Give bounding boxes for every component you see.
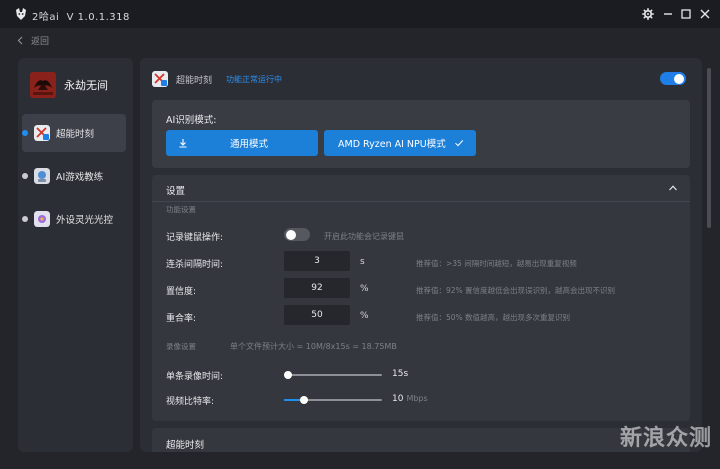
highlight-swords-icon	[152, 71, 168, 87]
sidebar-item-label: 超能时刻	[56, 129, 95, 140]
amd-npu-mode-label: AMD Ryzen AI NPU模式	[338, 139, 446, 150]
highlight-section-title: 超能时刻	[166, 440, 205, 451]
sidebar-item-ai-coach[interactable]: AI游戏教练	[22, 157, 126, 195]
naraka-logo	[30, 72, 56, 98]
lighting-control-icon	[34, 211, 50, 227]
general-mode-button[interactable]: 通用模式	[166, 130, 318, 156]
close-button[interactable]	[697, 6, 713, 22]
scrollbar-thumb[interactable]	[707, 68, 711, 228]
inactive-dot	[22, 173, 28, 179]
brand-name: 永劫无间	[64, 79, 108, 92]
maximize-icon	[681, 9, 691, 19]
overlap-hint: 推荐值：50% 数值越高，越出现多次重复识别	[416, 313, 571, 322]
bitrate-label: 视频比特率:	[166, 397, 215, 407]
amd-npu-mode-button[interactable]: AMD Ryzen AI NPU模式	[324, 130, 476, 156]
toggle-knob	[674, 73, 684, 84]
settings-divider	[152, 201, 690, 202]
inactive-dot	[22, 216, 28, 222]
slider-fill	[284, 399, 300, 401]
sidebar-item-peripheral-lighting[interactable]: 外设灵光光控	[22, 200, 126, 238]
toggle-knob	[286, 229, 296, 240]
app-title: 2哈ai V 1.0.1.318	[32, 8, 130, 23]
highlight-swords-icon	[34, 125, 50, 141]
bitrate-slider[interactable]	[284, 396, 382, 404]
chevron-up-icon[interactable]	[668, 183, 678, 193]
active-dot	[22, 130, 28, 136]
main-scrollbar[interactable]	[706, 58, 712, 452]
settings-panel: 设置 功能设置 记录键鼠操作: 开启此功能会记录键鼠 连杀间隔时间: 3 s 推…	[152, 175, 690, 421]
slider-thumb[interactable]	[284, 371, 292, 379]
clip-duration-label: 单条录像时间:	[166, 372, 224, 382]
record-section-label: 录像设置	[166, 342, 196, 351]
kill-interval-label: 连杀间隔时间:	[166, 260, 224, 270]
gear-icon	[642, 8, 654, 20]
settings-title: 设置	[166, 186, 186, 197]
game-brand: 永劫无间	[30, 70, 130, 100]
clip-duration-slider[interactable]	[284, 371, 382, 379]
overlap-label: 重合率:	[166, 314, 197, 324]
general-mode-label: 通用模式	[230, 139, 269, 150]
app-logo-icon	[16, 8, 26, 20]
feature-header: 超能时刻 功能正常运行中	[152, 70, 282, 88]
sidebar-item-label: 外设灵光光控	[56, 215, 114, 226]
kill-interval-input[interactable]: 3	[284, 251, 350, 271]
watermark-text: 新浪众测	[620, 425, 713, 451]
overlap-unit: %	[360, 311, 369, 321]
kill-interval-hint: 推荐值：>35 间隔时间越短，越易出现重复视频	[416, 259, 577, 268]
clip-duration-number: 15s	[392, 369, 409, 379]
app-name: 2哈ai	[32, 12, 60, 23]
highlight-section[interactable]: 超能时刻	[152, 428, 690, 452]
maximize-button[interactable]	[678, 6, 694, 22]
sidebar-item-label: AI游戏教练	[56, 172, 104, 183]
feature-status: 功能正常运行中	[226, 74, 283, 84]
clip-duration-value: 15s	[392, 369, 408, 379]
close-icon	[700, 9, 710, 19]
overlap-input[interactable]: 50	[284, 305, 350, 325]
sidebar-item-highlight-moments[interactable]: 超能时刻	[22, 114, 126, 152]
download-icon	[179, 139, 187, 148]
minimize-icon	[664, 13, 672, 15]
app-version: V 1.0.1.318	[66, 12, 130, 23]
record-key-hint: 开启此功能会记录键鼠	[324, 232, 404, 241]
naraka-emblem-icon	[30, 72, 56, 98]
check-icon	[455, 140, 464, 147]
record-key-label: 记录键鼠操作:	[166, 233, 224, 243]
kill-interval-unit: s	[360, 257, 365, 267]
record-key-toggle[interactable]	[284, 228, 310, 241]
feature-title: 超能时刻	[176, 75, 213, 86]
chevron-left-icon	[17, 36, 23, 45]
back-label: 返回	[31, 37, 50, 47]
minimize-button[interactable]	[660, 6, 676, 22]
feature-toggle[interactable]	[660, 72, 686, 85]
ai-mode-panel: AI识别模式: 通用模式 AMD Ryzen AI NPU模式	[152, 100, 690, 168]
slider-thumb[interactable]	[299, 396, 308, 404]
function-section-label: 功能设置	[166, 205, 196, 214]
sidebar: 永劫无间 超能时刻 AI游戏教练 外设灵光光控	[18, 58, 133, 452]
confidence-label: 置信度:	[166, 287, 197, 297]
bitrate-number: 10	[392, 394, 404, 404]
confidence-unit: %	[360, 284, 369, 294]
title-bar: 2哈ai V 1.0.1.318	[0, 0, 720, 28]
ai-mode-label: AI识别模式:	[166, 115, 217, 126]
record-size-hint: 单个文件预计大小 = 10M/8x15s = 18.75MB	[230, 342, 397, 351]
sub-bar	[0, 28, 720, 54]
main-panel: 超能时刻 功能正常运行中 AI识别模式: 通用模式 AMD Ryzen AI N…	[140, 58, 702, 452]
confidence-hint: 推荐值：92% 置信度越低会出现误识别，越高会出现不识别	[416, 286, 616, 295]
settings-button[interactable]	[640, 6, 656, 22]
back-button[interactable]: 返回	[16, 34, 49, 47]
confidence-input[interactable]: 92	[284, 278, 350, 298]
bitrate-value: 10 Mbps	[392, 394, 428, 404]
ai-coach-icon	[34, 168, 50, 184]
bitrate-unit: Mbps	[406, 394, 428, 403]
